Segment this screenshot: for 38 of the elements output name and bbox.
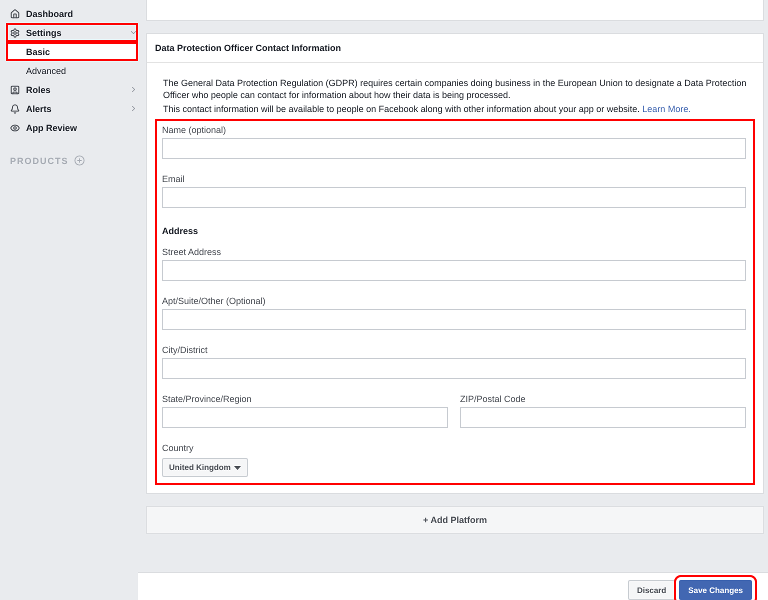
- sidebar-item[interactable]: App Review: [6, 118, 138, 137]
- learn-more-link[interactable]: Learn More.: [642, 104, 691, 114]
- bell-icon: [10, 104, 20, 114]
- input-field[interactable]: [162, 358, 746, 379]
- input-field[interactable]: [162, 407, 448, 428]
- add-icon[interactable]: [74, 155, 85, 166]
- field-label: Street Address: [162, 247, 222, 259]
- intro-text: The General Data Protection Regulation (GDPR) requires certain companies doing business in the European Union to designate a Data Protection Officer who people can contact for information about how their data is being processed.: [162, 77, 748, 101]
- add-platform-button[interactable]: + Add Platform: [146, 506, 764, 534]
- input-field[interactable]: [162, 260, 746, 281]
- card-title: Data Protection Officer Contact Information: [147, 34, 763, 63]
- section-label: PRODUCTS: [10, 156, 69, 166]
- sidebar-item[interactable]: Alerts: [6, 99, 138, 118]
- sidebar-item[interactable]: Settings: [6, 23, 138, 42]
- input-field[interactable]: [162, 138, 746, 159]
- sidebar-item[interactable]: Dashboard: [6, 4, 138, 23]
- sidebar-item[interactable]: Basic: [6, 42, 138, 61]
- field-label: ZIP/Postal Code: [460, 394, 527, 406]
- field-label: Name (optional): [162, 125, 228, 137]
- home-icon: [10, 8, 20, 18]
- eye-icon: [10, 122, 20, 132]
- field-label: Apt/Suite/Other (Optional): [162, 296, 267, 308]
- input-field[interactable]: [162, 309, 746, 330]
- sidebar-item[interactable]: Advanced: [6, 61, 138, 80]
- field-label: Email: [162, 174, 186, 186]
- field-label: State/Province/Region: [162, 394, 253, 406]
- sidebar-item[interactable]: Roles: [6, 80, 138, 99]
- country-dropdown[interactable]: United Kingdom: [162, 458, 248, 477]
- caret-icon: [234, 466, 241, 470]
- field-label: City/District: [162, 345, 208, 357]
- discard-button[interactable]: Discard: [628, 580, 676, 600]
- field-label: Country: [162, 443, 195, 455]
- section-heading: Address: [162, 225, 200, 238]
- settings-icon: [10, 28, 20, 38]
- contact-card-icon: [10, 84, 20, 94]
- note-text: This contact information will be available to people on Facebook along with other information about your app or website. Learn More.: [162, 103, 692, 115]
- input-field[interactable]: [460, 407, 746, 428]
- input-field[interactable]: [162, 187, 746, 208]
